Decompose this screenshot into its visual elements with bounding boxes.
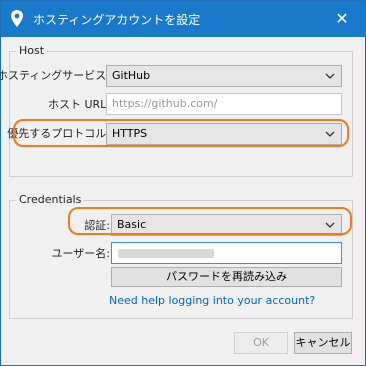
help-login-link[interactable]: Need help logging into your account? <box>109 294 315 307</box>
hosting-service-label: ホスティングサービス: <box>0 69 110 82</box>
chevron-down-icon <box>325 73 335 79</box>
host-url-label: ホスト URL: <box>47 98 110 111</box>
hosting-service-value: GitHub <box>112 69 151 82</box>
title-bar: ホスティングアカウントを設定 ✕ <box>1 1 365 37</box>
cancel-button[interactable]: キャンセル <box>294 332 352 354</box>
ok-button[interactable]: OK <box>234 332 288 354</box>
dialog-window: ホスティングアカウントを設定 ✕ Host ホスティングサービス: GitHub… <box>0 0 366 366</box>
host-group-title: Host <box>16 44 48 57</box>
username-value-redacted <box>118 249 214 258</box>
reload-password-button[interactable]: パスワードを再読み込み <box>111 267 342 287</box>
username-input[interactable] <box>111 242 342 264</box>
credentials-group-title: Credentials <box>16 193 85 206</box>
close-button[interactable]: ✕ <box>319 1 365 37</box>
host-url-placeholder: https://github.com/ <box>112 97 218 110</box>
close-icon: ✕ <box>335 9 349 28</box>
window-title: ホスティングアカウントを設定 <box>33 13 201 27</box>
hosting-service-select[interactable]: GitHub <box>106 65 342 87</box>
auth-highlight <box>68 207 352 235</box>
protocol-highlight <box>13 119 349 147</box>
location-pin-icon <box>11 10 23 27</box>
host-url-input[interactable]: https://github.com/ <box>106 93 342 115</box>
username-label: ユーザー名: <box>51 247 111 260</box>
host-group: Host ホスティングサービス: GitHub ホスト URL: https:/… <box>0 44 353 177</box>
